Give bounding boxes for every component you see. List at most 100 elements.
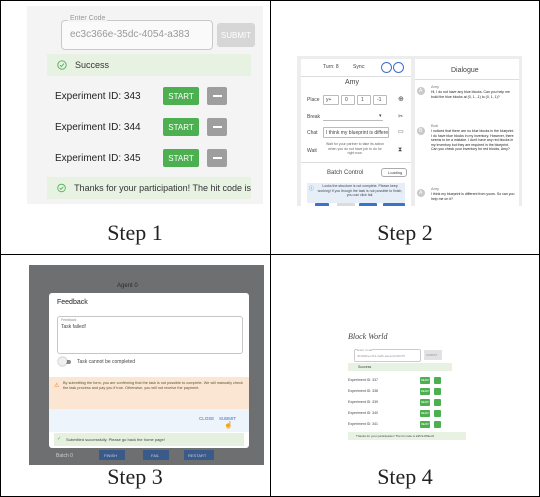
- place-label: Place: [307, 97, 320, 103]
- submit-button[interactable]: SUBMIT: [217, 23, 255, 47]
- check-circle-icon: ✓: [57, 436, 62, 442]
- action-button[interactable]: [359, 203, 377, 206]
- info-alert: ⓘ Looks the structure is not complete. P…: [307, 183, 405, 203]
- step1-screenshot: Enter Code ec3c366e-35dc-4054-a383 SUBMI…: [27, 6, 263, 204]
- caption-step-2: Step 2: [377, 220, 433, 245]
- minus-button[interactable]: [207, 87, 227, 105]
- check-button[interactable]: [434, 399, 441, 406]
- ready-button[interactable]: READY: [420, 377, 430, 384]
- experiment-row: Experiment ID: 340 READY: [344, 410, 454, 417]
- feedback-textarea[interactable]: Feedback Task failed!: [57, 316, 243, 354]
- message-author: Bob: [431, 123, 439, 128]
- dialogue-panel: Dialogue A Amy Hi, I do not have any blu…: [415, 59, 519, 206]
- success-text: Submitted successfully. Please go back t…: [66, 437, 165, 442]
- experiment-row: Experiment ID: 341 READY: [344, 421, 454, 428]
- dialogue-title: Dialogue: [451, 67, 479, 74]
- cursor-icon: ☝: [224, 422, 233, 429]
- ready-button[interactable]: READY: [420, 388, 430, 395]
- check-button[interactable]: [434, 388, 441, 395]
- code-input[interactable]: Enter Code 4b4f9d6a-cf13-4e8b-a4ea-db34b…: [354, 348, 421, 362]
- send-icon[interactable]: ▭: [398, 128, 404, 135]
- add-icon[interactable]: ⊕: [398, 95, 404, 103]
- code-input[interactable]: Enter Code ec3c366e-35dc-4054-a383: [61, 15, 213, 50]
- minus-button[interactable]: [207, 118, 227, 136]
- check-button[interactable]: [434, 421, 441, 428]
- experiment-label: Experiment ID: 343: [55, 90, 141, 102]
- divider: [415, 79, 519, 80]
- check-button[interactable]: [434, 410, 441, 417]
- batch-title: Batch Control: [327, 170, 364, 176]
- scissors-icon[interactable]: ✂: [398, 113, 403, 120]
- thanks-alert: Thanks for your participation! The hit c…: [47, 177, 251, 199]
- caption-step-3: Step 3: [107, 464, 163, 489]
- start-button[interactable]: START: [163, 87, 199, 105]
- chat-input[interactable]: I think my blueprint is differe: [323, 127, 389, 138]
- step4-screenshot: Block World Enter Code 4b4f9d6a-cf13-4e8…: [338, 330, 473, 440]
- minus-icon: [212, 126, 222, 128]
- break-dropdown-icon[interactable]: ▾: [379, 113, 382, 119]
- success-alert: Success: [47, 54, 251, 76]
- place-field[interactable]: 1: [357, 95, 371, 105]
- warning-icon: ⚠: [54, 383, 60, 389]
- experiment-row: Experiment ID: 344 START: [55, 117, 255, 137]
- grid-line: [270, 0, 271, 497]
- control-panel: Turn: 8 Sync: Amy Place y+ 0 1 -1 ⊕ Brea…: [301, 59, 411, 206]
- grid-line: [0, 254, 540, 255]
- message-text: Hi, I do not have any blue blocks. Can y…: [431, 90, 510, 99]
- sync-icon[interactable]: [381, 62, 392, 73]
- avatar: A: [417, 189, 425, 197]
- ready-button[interactable]: READY: [420, 421, 430, 428]
- caption-step-4: Step 4: [377, 464, 433, 489]
- turn-label: Turn: 8: [323, 64, 339, 70]
- info-text: Looks the structure is not complete. Ple…: [317, 184, 403, 197]
- experiment-row: Experiment ID: 343 START: [55, 86, 255, 106]
- sync-icon[interactable]: [393, 62, 404, 73]
- fail-button[interactable]: FAIL: [143, 450, 169, 460]
- player-name: Amy: [345, 79, 359, 86]
- wait-hint: Wait for your partner to take its action…: [325, 142, 385, 155]
- experiment-row: Experiment ID: 338 READY: [344, 388, 454, 395]
- place-field[interactable]: y+: [323, 95, 339, 105]
- ready-button[interactable]: READY: [420, 399, 430, 406]
- submit-button[interactable]: SUBMIT: [424, 350, 442, 360]
- action-button[interactable]: [315, 203, 329, 206]
- start-button[interactable]: START: [163, 118, 199, 136]
- action-button[interactable]: [383, 203, 405, 206]
- experiment-row: Experiment ID: 337 READY: [344, 377, 454, 384]
- success-alert: ✓ Submitted successfully. Please go back…: [54, 433, 244, 446]
- place-field[interactable]: -1: [373, 95, 387, 105]
- minus-icon: [212, 95, 222, 97]
- batch-label: Batch 0: [56, 453, 73, 459]
- minus-button[interactable]: [207, 149, 227, 167]
- check-circle-icon: [57, 60, 67, 70]
- minus-icon: [212, 157, 222, 159]
- close-button[interactable]: CLOSE: [199, 416, 214, 421]
- warning-text: By submitting the form, you are confirmi…: [63, 381, 243, 390]
- action-button[interactable]: [337, 203, 355, 206]
- start-button[interactable]: START: [163, 149, 199, 167]
- message-author: Amy: [431, 84, 439, 89]
- warning-alert: ⚠ By submitting the form, you are confir…: [49, 377, 249, 409]
- check-button[interactable]: [434, 377, 441, 384]
- toggle-knob[interactable]: [58, 357, 67, 366]
- experiment-row: Experiment ID: 345 START: [55, 148, 255, 168]
- avatar: A: [417, 87, 425, 95]
- restart-button[interactable]: RESTART: [184, 450, 214, 460]
- page-title: Block World: [348, 332, 388, 341]
- loading-button[interactable]: Loading: [381, 168, 407, 177]
- break-field[interactable]: [323, 120, 383, 121]
- code-value: ec3c366e-35dc-4054-a383: [70, 29, 190, 40]
- finish-button[interactable]: FINISH: [99, 450, 125, 460]
- experiment-label: Experiment ID: 345: [55, 152, 141, 164]
- place-field[interactable]: 0: [341, 95, 355, 105]
- hourglass-icon[interactable]: ⧗: [398, 147, 402, 154]
- divider: [301, 162, 411, 163]
- modal-footer: CLOSE SUBMIT ☝: [49, 409, 249, 432]
- modal-title: Feedback: [57, 299, 88, 306]
- grid-line: [0, 0, 540, 1]
- ready-button[interactable]: READY: [420, 410, 430, 417]
- step3-screenshot: Agent 0 Feedback Feedback Task failed! T…: [29, 265, 264, 465]
- thanks-alert: Thanks for your participation! The hit c…: [348, 432, 466, 440]
- caption-step-1: Step 1: [107, 220, 163, 245]
- feedback-legend: Feedback: [61, 318, 77, 322]
